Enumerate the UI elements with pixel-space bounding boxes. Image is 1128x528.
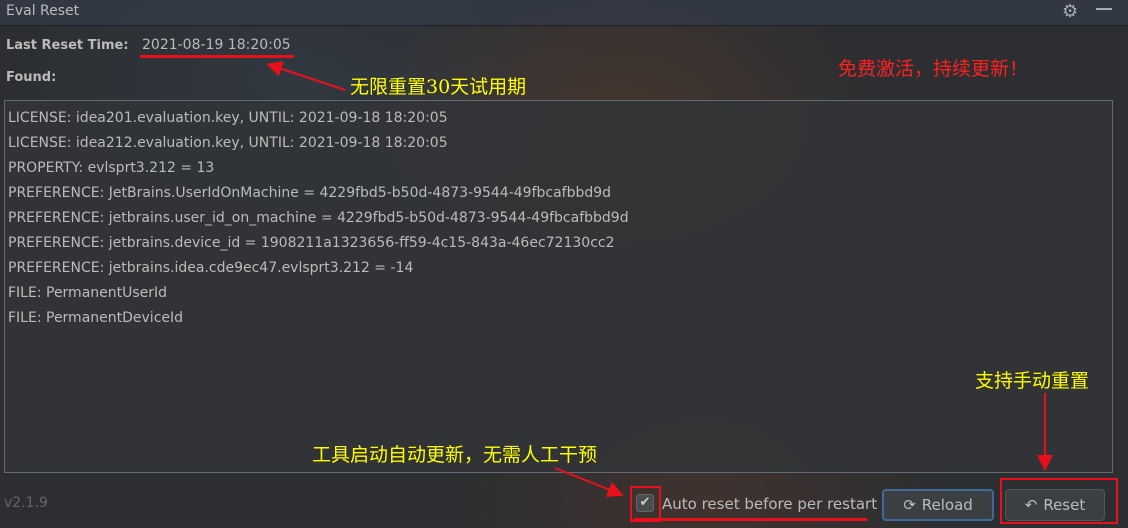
found-label: Found: <box>6 70 57 85</box>
gear-icon[interactable]: ⚙ <box>1062 1 1078 22</box>
annotation-manual: 支持手动重置 <box>975 370 1090 392</box>
list-item: PREFERENCE: jetbrains.idea.cde9ec47.evls… <box>8 260 414 276</box>
annotation-underline <box>140 55 294 58</box>
title-bar: Eval Reset ⚙ <box>0 0 1128 26</box>
list-item: FILE: PermanentUserId <box>8 285 168 301</box>
window-title: Eval Reset <box>6 3 80 19</box>
annotation-free: 免费激活，持续更新！ <box>838 58 1029 80</box>
refresh-icon: ⟳ <box>903 496 916 514</box>
annotation-underline <box>633 518 867 521</box>
last-reset-label: Last Reset Time: <box>6 38 129 53</box>
list-item: PREFERENCE: jetbrains.device_id = 190821… <box>8 235 615 251</box>
last-reset-time: 2021-08-19 18:20:05 <box>142 37 291 53</box>
reload-label: Reload <box>921 496 973 514</box>
annotation-unlimited: 无限重置30天试用期 <box>350 76 527 98</box>
list-item: PREFERENCE: jetbrains.user_id_on_machine… <box>8 210 629 226</box>
list-item: FILE: PermanentDeviceId <box>8 310 184 326</box>
annotation-box <box>630 486 661 522</box>
auto-reset-label[interactable]: Auto reset before per restart <box>662 495 877 513</box>
list-item: PREFERENCE: JetBrains.UserIdOnMachine = … <box>8 185 612 201</box>
list-item: PROPERTY: evlsprt3.212 = 13 <box>8 160 215 176</box>
list-item: LICENSE: idea201.evaluation.key, UNTIL: … <box>8 110 448 126</box>
reload-button[interactable]: ⟳ Reload <box>882 489 994 521</box>
version-label: v2.1.9 <box>4 495 48 511</box>
annotation-auto: 工具启动自动更新，无需人工干预 <box>312 444 598 466</box>
found-list[interactable]: LICENSE: idea201.evaluation.key, UNTIL: … <box>4 100 1113 473</box>
minimize-icon[interactable] <box>1096 8 1112 10</box>
annotation-box <box>1000 478 1118 524</box>
list-item: LICENSE: idea212.evaluation.key, UNTIL: … <box>8 135 448 151</box>
